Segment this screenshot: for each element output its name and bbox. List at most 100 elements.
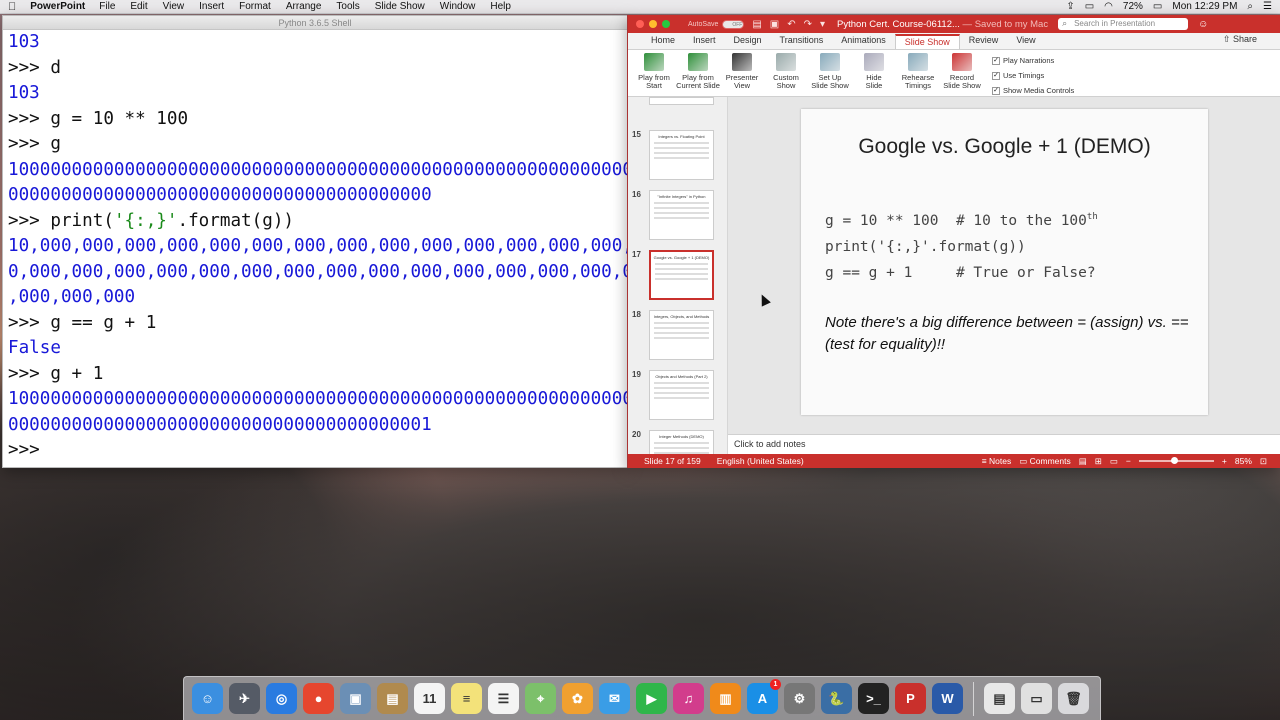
messages-dock-icon[interactable]: ✉ (599, 683, 630, 714)
custom-show-button[interactable]: Custom Show (768, 53, 804, 90)
menu-app-name[interactable]: PowerPoint (30, 1, 85, 12)
play-current-button[interactable]: Play from Current Slide (676, 53, 720, 90)
display-icon[interactable]: ▭ (1085, 1, 1094, 12)
menu-slide-show[interactable]: Slide Show (375, 1, 425, 12)
slide-thumbnails-pane[interactable]: 15 Integers vs. Floating Point 16 "Infinite… (628, 97, 728, 454)
quick-access-icons[interactable]: ▤▣↶↷▾ (752, 19, 833, 30)
share-button[interactable]: ⇧ Share (1223, 33, 1257, 49)
python-idle-dock-icon[interactable]: 🐍 (821, 683, 852, 714)
slide-thumbnail[interactable]: "Infinite Integers" in Python (649, 190, 714, 240)
option-checkbox[interactable]: ✓ Use Timings (992, 68, 1074, 83)
current-slide[interactable]: Google vs. Google + 1 (DEMO) g = 10 ** 1… (801, 109, 1208, 415)
chrome-dock-icon[interactable]: ● (303, 683, 334, 714)
preview-dock-icon[interactable]: ▣ (340, 683, 371, 714)
option-checkbox[interactable]: ✓ Play Narrations (992, 53, 1074, 68)
slide-thumbnail[interactable]: Google vs. Google + 1 (DEMO) (649, 250, 714, 300)
slide-title[interactable]: Google vs. Google + 1 (DEMO) (801, 135, 1208, 159)
reminders-dock-icon[interactable]: ☰ (488, 683, 519, 714)
trash-dock-icon[interactable]: 🗑 (1058, 683, 1089, 714)
menu-format[interactable]: Format (239, 1, 271, 12)
slide-editing-area[interactable]: Google vs. Google + 1 (DEMO) g = 10 ** 1… (728, 97, 1280, 434)
fit-to-window-icon[interactable]: ⊡ (1260, 456, 1267, 467)
tab-insert[interactable]: Insert (684, 34, 725, 49)
battery-icon[interactable]: ▭ (1153, 1, 1162, 12)
hide-slide-button[interactable]: Hide Slide (856, 53, 892, 90)
facetime-dock-icon[interactable]: ▶ (636, 683, 667, 714)
powerpoint-window[interactable]: AutoSave OFF ▤▣↶↷▾ Python Cert. Course-0… (627, 15, 1280, 468)
menu-insert[interactable]: Insert (199, 1, 224, 12)
calendar-dock-icon[interactable]: 11 (414, 683, 445, 714)
checkbox-checked-icon[interactable]: ✓ (992, 56, 1000, 65)
search-input[interactable]: Search in Presentation (1058, 17, 1189, 30)
launchpad-dock-icon[interactable]: ✈ (229, 683, 260, 714)
slide-thumbnail[interactable]: Objects and Methods (Part 2) (649, 370, 714, 420)
tab-transitions[interactable]: Transitions (771, 34, 833, 49)
menu-window[interactable]: Window (440, 1, 476, 12)
play-from-start-button[interactable]: Play from Start (636, 53, 672, 90)
language-status[interactable]: English (United States) (717, 456, 804, 466)
shell-console[interactable]: 103 >>> d 103 >>> g = 10 ** 100 >>> g 1000000… (3, 30, 627, 467)
menu-arrange[interactable]: Arrange (286, 1, 322, 12)
rehearse-button[interactable]: Rehearse Timings (900, 53, 936, 90)
partial-thumbnail[interactable] (649, 97, 714, 105)
photos-dock-icon[interactable]: ✿ (562, 683, 593, 714)
feedback-smile-icon[interactable]: ☺ (1198, 19, 1208, 30)
slide-note[interactable]: Note there's a big difference between = … (825, 312, 1195, 356)
maps-dock-icon[interactable]: ⌖ (525, 683, 556, 714)
slide-thumbnail-row[interactable]: 16 "Infinite Integers" in Python (628, 190, 727, 244)
contacts-dock-icon[interactable]: ▤ (377, 683, 408, 714)
notification-center-icon[interactable]: ☰ (1263, 1, 1272, 12)
autosave-toggle[interactable]: OFF (722, 19, 745, 29)
menu-file[interactable]: File (99, 1, 115, 12)
apple-menu-icon[interactable]:  (8, 1, 16, 13)
menu-help[interactable]: Help (490, 1, 511, 12)
zoom-out-icon[interactable]: − (1126, 456, 1131, 466)
normal-view-icon[interactable]: ▤ (1079, 456, 1087, 467)
tab-slide-show[interactable]: Slide Show (894, 34, 960, 49)
tab-review[interactable]: Review (960, 34, 1008, 49)
app-store-dock-icon[interactable]: A1 (747, 679, 781, 714)
record-button[interactable]: Record Slide Show (943, 53, 981, 90)
safari-dock-icon[interactable]: ◎ (266, 683, 297, 714)
notes-dock-icon[interactable]: ≡ (451, 683, 482, 714)
zoom-slider[interactable] (1138, 457, 1214, 464)
python-shell-window[interactable]: Python 3.6.5 Shell 103 >>> d 103 >>> g = 10… (2, 15, 628, 468)
spotlight-icon[interactable]: ⌕ (1247, 1, 1253, 12)
tab-home[interactable]: Home (642, 34, 684, 49)
slide-thumbnail-row[interactable]: 19 Objects and Methods (Part 2) (628, 370, 727, 424)
tab-design[interactable]: Design (725, 34, 771, 49)
presenter-view-button[interactable]: Presenter View (724, 53, 760, 90)
checkbox-checked-icon[interactable]: ✓ (992, 71, 1000, 80)
slide-thumbnail-row[interactable]: 18 Integers, Objects, and Methods (628, 310, 727, 364)
minimize-window-icon[interactable] (649, 20, 657, 28)
wifi-icon[interactable]: ◠ (1104, 1, 1113, 12)
tab-animations[interactable]: Animations (832, 34, 895, 49)
slide-sorter-icon[interactable]: ⊞ (1095, 456, 1102, 467)
terminal-dock-icon[interactable]: >_ (858, 683, 889, 714)
comments-button[interactable]: ▭ Comments (1019, 456, 1071, 467)
zoom-in-icon[interactable]: + (1222, 456, 1227, 466)
itunes-dock-icon[interactable]: ♫ (673, 683, 704, 714)
tab-view[interactable]: View (1007, 34, 1044, 49)
option-checkbox[interactable]: ✓ Show Media Controls (992, 83, 1074, 98)
slide-thumbnail-row[interactable]: 17 Google vs. Google + 1 (DEMO) (628, 250, 727, 304)
slide-thumbnail-row[interactable]: 20 Integer Methods (DEMO) (628, 430, 727, 454)
battery-percent[interactable]: 72% (1123, 1, 1143, 12)
checkbox-checked-icon[interactable]: ✓ (992, 86, 1000, 95)
reading-view-icon[interactable]: ▭ (1110, 456, 1118, 467)
menu-edit[interactable]: Edit (130, 1, 147, 12)
clock[interactable]: Mon 12:29 PM (1172, 1, 1237, 12)
slide-code-block[interactable]: g = 10 ** 100 # 10 to the 100th print('{… (825, 204, 1098, 286)
close-window-icon[interactable] (636, 20, 644, 28)
ibooks-dock-icon[interactable]: ▥ (710, 683, 741, 714)
menu-tools[interactable]: Tools (336, 1, 359, 12)
slide-thumbnail[interactable]: Integers vs. Floating Point (649, 130, 714, 180)
finder-dock-icon[interactable]: ☺ (192, 683, 223, 714)
downloads-dock-icon[interactable]: ▭ (1021, 683, 1052, 714)
word-dock-icon[interactable]: W (932, 683, 963, 714)
zoom-level[interactable]: 85% (1235, 456, 1252, 466)
document-dock-icon[interactable]: ▤ (984, 683, 1015, 714)
slide-thumbnail[interactable]: Integers, Objects, and Methods (649, 310, 714, 360)
notes-button[interactable]: ≡ Notes (982, 456, 1012, 466)
upload-icon[interactable]: ⇪ (1066, 1, 1074, 12)
